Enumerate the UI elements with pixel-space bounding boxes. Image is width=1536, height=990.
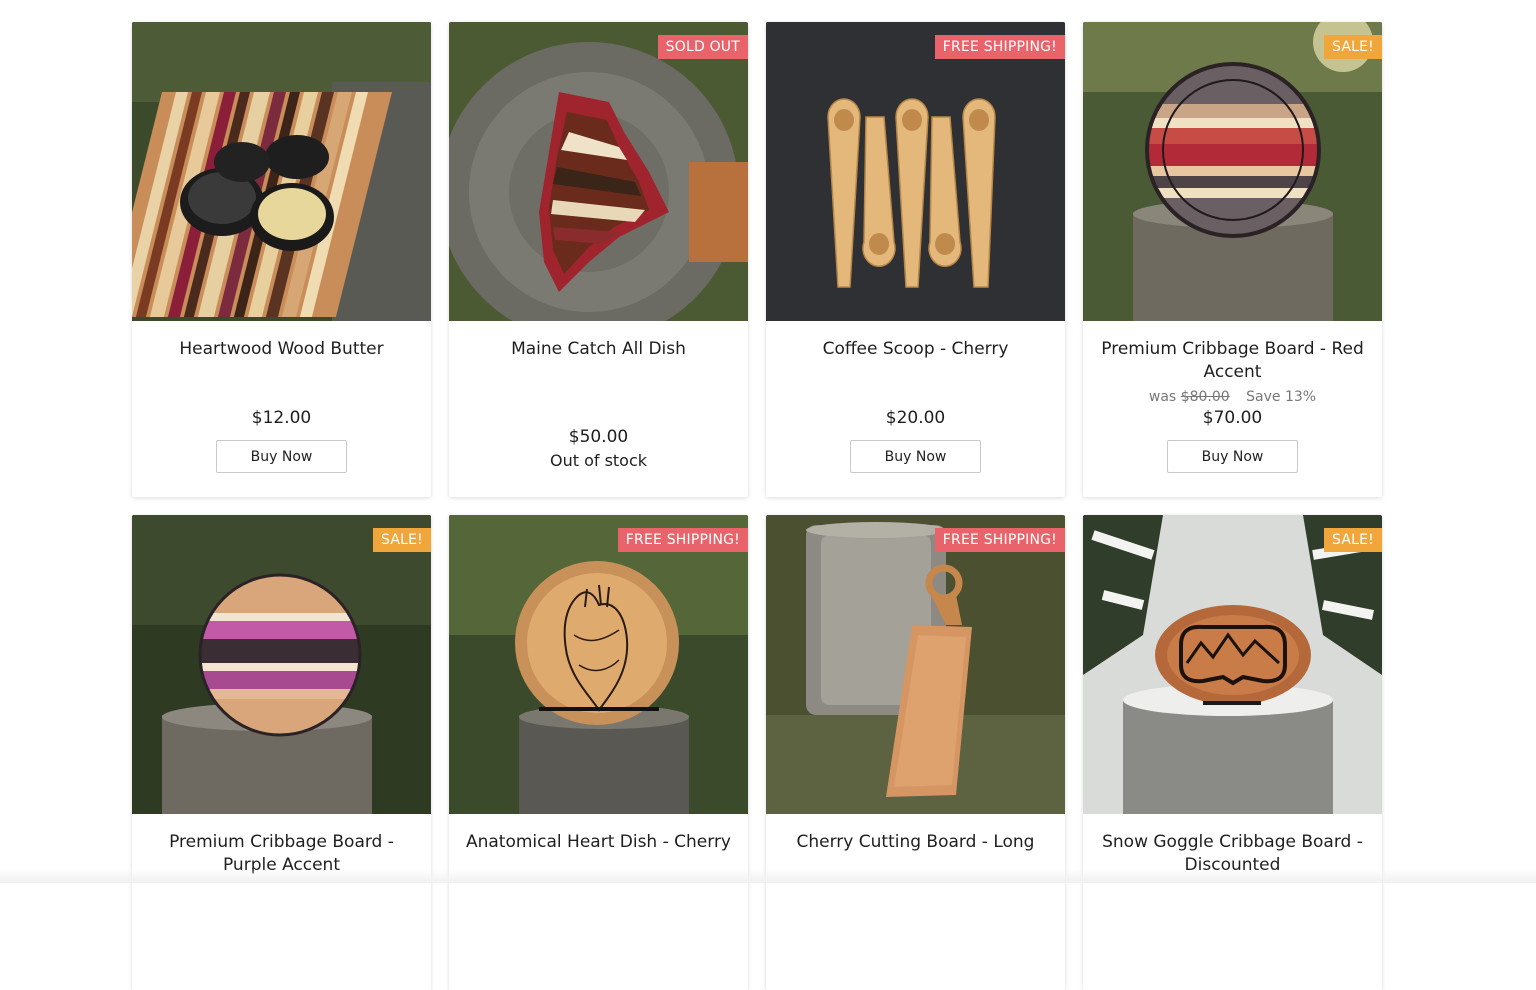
product-title[interactable]: Anatomical Heart Dish - Cherry: [463, 831, 734, 854]
buy-now-button[interactable]: Buy Now: [1167, 440, 1298, 473]
product-image-wood-butter[interactable]: [132, 22, 431, 321]
product-price: $50.00: [449, 427, 748, 447]
product-card-cutting-board[interactable]: FREE SHIPPING! Cherry Cutting Board - Lo…: [766, 515, 1065, 990]
product-price: $70.00: [1083, 408, 1382, 428]
product-card-coffee-scoop[interactable]: FREE SHIPPING! Coffee Scoop - Cherry $20…: [766, 22, 1065, 497]
free-shipping-badge: FREE SHIPPING!: [935, 35, 1065, 59]
product-image-heart-dish[interactable]: FREE SHIPPING!: [449, 515, 748, 814]
sale-badge: SALE!: [1324, 528, 1382, 552]
product-info: Maine Catch All Dish $50.00 Out of stock: [449, 321, 748, 497]
save-percent: Save 13%: [1246, 389, 1316, 405]
product-image-coffee-scoop[interactable]: FREE SHIPPING!: [766, 22, 1065, 321]
product-image-cribbage-red[interactable]: SALE!: [1083, 22, 1382, 321]
sale-badge: SALE!: [1324, 35, 1382, 59]
product-info: Premium Cribbage Board - Red Accent was …: [1083, 321, 1382, 497]
product-card-maine-dish[interactable]: SOLD OUT Maine Catch All Dish $50.00 Out…: [449, 22, 748, 497]
product-image-maine-dish[interactable]: SOLD OUT: [449, 22, 748, 321]
product-price: $12.00: [132, 408, 431, 428]
product-price: $20.00: [766, 408, 1065, 428]
product-title[interactable]: Cherry Cutting Board - Long: [780, 831, 1051, 854]
product-title[interactable]: Coffee Scoop - Cherry: [780, 338, 1051, 361]
product-image-snow-goggle[interactable]: SALE!: [1083, 515, 1382, 814]
product-title[interactable]: Heartwood Wood Butter: [146, 338, 417, 361]
product-info: Cherry Cutting Board - Long: [766, 814, 1065, 990]
sale-badge: SALE!: [373, 528, 431, 552]
free-shipping-badge: FREE SHIPPING!: [618, 528, 748, 552]
product-title[interactable]: Maine Catch All Dish: [463, 338, 734, 361]
product-info: Premium Cribbage Board - Purple Accent: [132, 814, 431, 990]
product-info: Heartwood Wood Butter $12.00 Buy Now: [132, 321, 431, 497]
sold-out-badge: SOLD OUT: [658, 35, 748, 59]
product-image-cribbage-purple[interactable]: SALE!: [132, 515, 431, 814]
original-price: $80.00: [1181, 389, 1230, 405]
product-info: Anatomical Heart Dish - Cherry: [449, 814, 748, 990]
product-card-cribbage-purple[interactable]: SALE! Premium Cribbage Board - Purple Ac…: [132, 515, 431, 990]
product-info: Coffee Scoop - Cherry $20.00 Buy Now: [766, 321, 1065, 497]
product-image-cutting-board[interactable]: FREE SHIPPING!: [766, 515, 1065, 814]
was-label: was: [1149, 389, 1176, 405]
product-title[interactable]: Premium Cribbage Board - Red Accent: [1097, 338, 1368, 384]
bottom-scroll-fade: [0, 869, 1536, 883]
free-shipping-badge: FREE SHIPPING!: [935, 528, 1065, 552]
product-card-cribbage-red[interactable]: SALE! Premium Cribbage Board - Red Accen…: [1083, 22, 1382, 497]
product-card-heart-dish[interactable]: FREE SHIPPING! Anatomical Heart Dish - C…: [449, 515, 748, 990]
buy-now-button[interactable]: Buy Now: [850, 440, 981, 473]
product-card-wood-butter[interactable]: Heartwood Wood Butter $12.00 Buy Now: [132, 22, 431, 497]
buy-now-button[interactable]: Buy Now: [216, 440, 347, 473]
product-grid: Heartwood Wood Butter $12.00 Buy Now SOL…: [132, 22, 1382, 990]
product-card-snow-goggle[interactable]: SALE! Snow Goggle Cribbage Board - Disco…: [1083, 515, 1382, 990]
product-info: Snow Goggle Cribbage Board - Discounted: [1083, 814, 1382, 990]
stock-status: Out of stock: [449, 451, 748, 470]
was-price-row: was $80.00 Save 13%: [1083, 389, 1382, 405]
